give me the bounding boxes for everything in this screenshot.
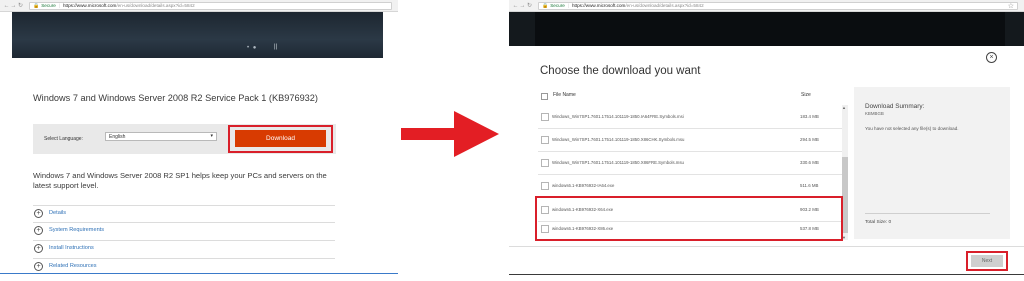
page-title: Windows 7 and Windows Server 2008 R2 Ser… bbox=[33, 93, 318, 103]
file-size: 511.6 MB bbox=[800, 183, 819, 188]
summary-message: You have not selected any file(s) to dow… bbox=[865, 126, 959, 131]
language-select[interactable]: English ▾ bbox=[105, 132, 217, 141]
expand-plus-icon[interactable]: + bbox=[34, 209, 43, 218]
file-checkbox[interactable] bbox=[541, 182, 549, 190]
section-install-instructions[interactable]: + Install Instructions bbox=[33, 240, 335, 255]
chevron-down-icon: ▾ bbox=[210, 133, 213, 139]
bookmark-star-icon[interactable]: ☆ bbox=[1008, 3, 1014, 9]
page-bottom-divider bbox=[509, 274, 1024, 275]
carousel-pause-icon[interactable]: || bbox=[274, 44, 277, 50]
file-row[interactable]: windows6.1-KB976932-IA64.exe 511.6 MB bbox=[538, 175, 848, 198]
file-size: 183.4 MB bbox=[800, 114, 819, 119]
scroll-up-icon[interactable]: ▲ bbox=[842, 105, 846, 110]
file-row[interactable]: Windows_Win7SP1.7601.17514.101119-1850.X… bbox=[538, 129, 848, 152]
column-header-file-name: File Name bbox=[553, 92, 576, 98]
transition-arrow-head-icon bbox=[454, 111, 499, 157]
url-path: /en-us/download/details.aspx?id=5842 bbox=[625, 3, 704, 8]
file-checkbox[interactable] bbox=[541, 159, 549, 167]
address-bar[interactable]: 🔒 Secure | https://www.microsoft.com /en… bbox=[29, 1, 392, 10]
hero-banner: • ● || bbox=[12, 12, 383, 58]
download-button[interactable]: Download bbox=[235, 130, 326, 147]
section-label[interactable]: System Requirements bbox=[49, 227, 104, 233]
summary-kb: KBMBGB bbox=[865, 111, 884, 116]
after-browser-window: ← → ↻ 🔒 Secure | https://www.microsoft.c… bbox=[509, 0, 1024, 281]
file-name: Windows_Win7SP1.7601.17514.101119-1850.X… bbox=[552, 160, 684, 165]
file-name: Windows_Win7SP1.7601.17514.101119-1850.I… bbox=[552, 114, 684, 119]
address-separator: | bbox=[567, 3, 569, 8]
url-path: /en-us/download/details.aspx?id=5842 bbox=[116, 3, 195, 8]
carousel-dots-icon[interactable]: • ● bbox=[247, 45, 257, 51]
secure-label: Secure bbox=[41, 3, 56, 8]
file-size: 294.5 MB bbox=[800, 137, 819, 142]
expand-plus-icon[interactable]: + bbox=[34, 262, 43, 271]
dialog-title: Choose the download you want bbox=[540, 65, 701, 77]
selection-highlight-box bbox=[535, 196, 843, 241]
forward-icon[interactable]: → bbox=[519, 3, 526, 9]
language-value: English bbox=[109, 134, 126, 140]
section-details[interactable]: + Details bbox=[33, 205, 335, 220]
section-label[interactable]: Install Instructions bbox=[49, 245, 94, 251]
reload-icon[interactable]: ↻ bbox=[526, 2, 533, 9]
page-bottom-divider bbox=[0, 273, 398, 274]
download-summary-panel: Download Summary: KBMBGB You have not se… bbox=[854, 87, 1010, 239]
expand-plus-icon[interactable]: + bbox=[34, 244, 43, 253]
file-size: 330.6 MB bbox=[800, 160, 819, 165]
url-host: https://www.microsoft.com bbox=[63, 3, 117, 8]
file-checkbox[interactable] bbox=[541, 113, 549, 121]
expand-plus-icon[interactable]: + bbox=[34, 226, 43, 235]
file-checkbox[interactable] bbox=[541, 136, 549, 144]
address-separator: | bbox=[58, 3, 60, 8]
back-icon[interactable]: ← bbox=[512, 3, 519, 9]
dialog-footer-divider bbox=[509, 246, 1024, 247]
next-button[interactable]: Next bbox=[971, 255, 1003, 267]
select-all-checkbox[interactable] bbox=[541, 93, 548, 100]
summary-total-size: Total Size: 0 bbox=[865, 220, 892, 225]
transition-arrow-shaft bbox=[401, 128, 457, 140]
product-description: Windows 7 and Windows Server 2008 R2 SP1… bbox=[33, 171, 327, 190]
before-browser-window: ← → ↻ 🔒 Secure | https://www.microsoft.c… bbox=[0, 0, 398, 281]
section-label[interactable]: Details bbox=[49, 210, 66, 216]
file-row[interactable]: Windows_Win7SP1.7601.17514.101119-1850.X… bbox=[538, 152, 848, 175]
section-label[interactable]: Related Resources bbox=[49, 263, 97, 269]
file-name: windows6.1-KB976932-IA64.exe bbox=[552, 183, 615, 188]
language-label: Select Language: bbox=[44, 136, 83, 142]
section-system-requirements[interactable]: + System Requirements bbox=[33, 222, 335, 237]
lock-icon: 🔒 bbox=[542, 2, 549, 9]
file-name: Windows_Win7SP1.7601.17514.101119-1850.X… bbox=[552, 137, 685, 142]
dimmed-page-background bbox=[509, 12, 1024, 46]
dimmed-hero bbox=[535, 12, 1005, 46]
summary-title: Download Summary: bbox=[865, 103, 925, 110]
address-bar[interactable]: 🔒 Secure | https://www.microsoft.com /en… bbox=[538, 1, 1018, 10]
secure-label: Secure bbox=[550, 3, 565, 8]
section-related-resources[interactable]: + Related Resources bbox=[33, 258, 335, 273]
url-host: https://www.microsoft.com bbox=[572, 3, 626, 8]
back-icon[interactable]: ← bbox=[3, 3, 10, 9]
browser-toolbar: ← → ↻ 🔒 Secure | https://www.microsoft.c… bbox=[0, 0, 398, 12]
file-row[interactable]: Windows_Win7SP1.7601.17514.101119-1850.I… bbox=[538, 106, 848, 129]
browser-toolbar: ← → ↻ 🔒 Secure | https://www.microsoft.c… bbox=[509, 0, 1024, 12]
column-header-size: Size bbox=[801, 92, 811, 98]
reload-icon[interactable]: ↻ bbox=[17, 2, 24, 9]
summary-divider bbox=[865, 213, 990, 214]
forward-icon[interactable]: → bbox=[10, 3, 17, 9]
close-icon[interactable]: × bbox=[986, 52, 997, 63]
lock-icon: 🔒 bbox=[33, 2, 40, 9]
